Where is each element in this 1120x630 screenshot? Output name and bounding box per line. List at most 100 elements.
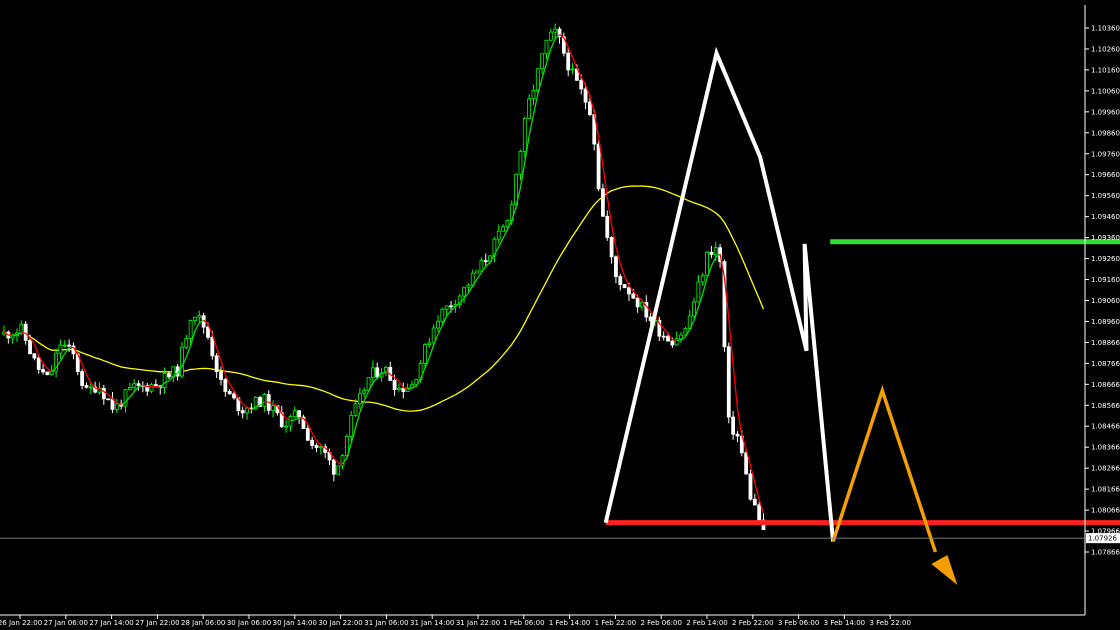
candle-body [570,68,575,71]
candle-body [735,433,740,437]
candle-body [579,79,584,90]
candle-body [501,226,506,232]
price-tick-label: 1.10260 [1091,45,1120,53]
candle-body [88,386,93,389]
time-tick-label: 27 Jan 22:00 [135,619,179,627]
candle-body [522,117,527,152]
candle-body [197,315,202,318]
current-price-value: 1.07926 [1088,535,1117,543]
candle-body [627,287,631,295]
candle-body [305,428,310,441]
fast-ma-segment [155,386,161,388]
candle-body [210,336,215,357]
time-tick-label: 3 Feb 22:00 [869,619,910,627]
candle-body [700,274,705,283]
candle-body [62,344,67,347]
candle-body [84,385,89,388]
candle-body [670,340,675,346]
candle-body [401,387,406,392]
time-tick-label: 31 Jan 06:00 [364,619,408,627]
candle-body [496,230,501,240]
candle-body [80,371,85,386]
price-tick-label: 1.09560 [1091,192,1120,200]
candle-body [162,373,167,389]
price-tick-label: 1.09060 [1091,297,1120,305]
candle-body [588,101,592,116]
candle-body [188,320,193,339]
candle-body [240,410,245,414]
candle-body [609,237,614,258]
time-tick-label: 30 Jan 06:00 [227,619,271,627]
candle-body [397,387,401,391]
chart-background [0,0,1120,630]
candle-body [375,367,380,378]
candle-body [614,256,618,277]
price-tick-label: 1.08166 [1091,486,1120,494]
candle-body [505,220,510,228]
candle-body [310,439,315,446]
candle-body [19,323,24,334]
price-tick-label: 1.08866 [1091,339,1120,347]
candle-body [101,387,106,400]
candle-body [331,459,336,475]
fast-ma-segment [338,462,343,465]
price-tick-label: 1.08566 [1091,402,1120,410]
candle-body [744,452,749,475]
candle-body [757,504,762,521]
time-tick-label: 1 Feb 06:00 [503,619,544,627]
fast-ma-segment [12,334,18,336]
candle-body [288,416,293,427]
candle-body [114,403,119,410]
candle-body [635,297,640,308]
price-tick-label: 1.08366 [1091,444,1120,452]
time-tick-label: 30 Jan 22:00 [318,619,362,627]
candle-body [583,88,588,103]
candle-body [436,320,440,329]
price-tick-label: 1.09660 [1091,171,1120,179]
candle-body [184,338,189,348]
candle-body [153,384,158,387]
price-tick-label: 1.08960 [1091,318,1120,326]
candle-body [726,346,731,418]
time-tick-label: 1 Feb 14:00 [549,619,590,627]
price-tick-label: 1.09960 [1091,108,1120,116]
candle-body [193,316,197,322]
candle-body [540,53,545,70]
time-tick-label: 26 Jan 22:00 [0,619,42,627]
candle-body [679,334,683,340]
price-tick-label: 1.09260 [1091,255,1120,263]
time-tick-label: 30 Jan 14:00 [273,619,317,627]
candle-body [666,335,670,342]
candle-body [392,380,397,391]
candle-body [553,28,558,33]
candle-body [531,89,536,100]
candle-body [427,342,432,346]
candle-body [318,446,323,449]
fast-ma-segment [299,416,304,419]
candle-body [132,383,137,388]
candle-body [127,387,132,391]
candle-body [206,326,210,338]
time-tick-label: 28 Jan 06:00 [181,619,225,627]
candle-body [36,357,41,370]
candle-body [518,150,523,175]
candle-body [58,344,63,354]
time-tick-label: 3 Feb 06:00 [778,619,819,627]
candle-body [479,260,484,272]
fast-ma-segment [21,332,26,334]
time-tick-label: 1 Feb 22:00 [595,619,636,627]
fast-ma-segment [142,384,148,388]
candle-body [566,52,571,71]
candle-body [444,305,449,310]
candle-body [353,403,358,416]
candle-body [544,39,549,55]
candle-body [106,398,111,401]
candle-body [752,498,757,506]
price-tick-label: 1.09760 [1091,150,1120,158]
candle-body [466,284,471,288]
candle-body [423,344,427,364]
candle-body [705,251,709,276]
candle-body [357,392,362,405]
candle-body [149,384,154,392]
candle-body [475,270,479,274]
